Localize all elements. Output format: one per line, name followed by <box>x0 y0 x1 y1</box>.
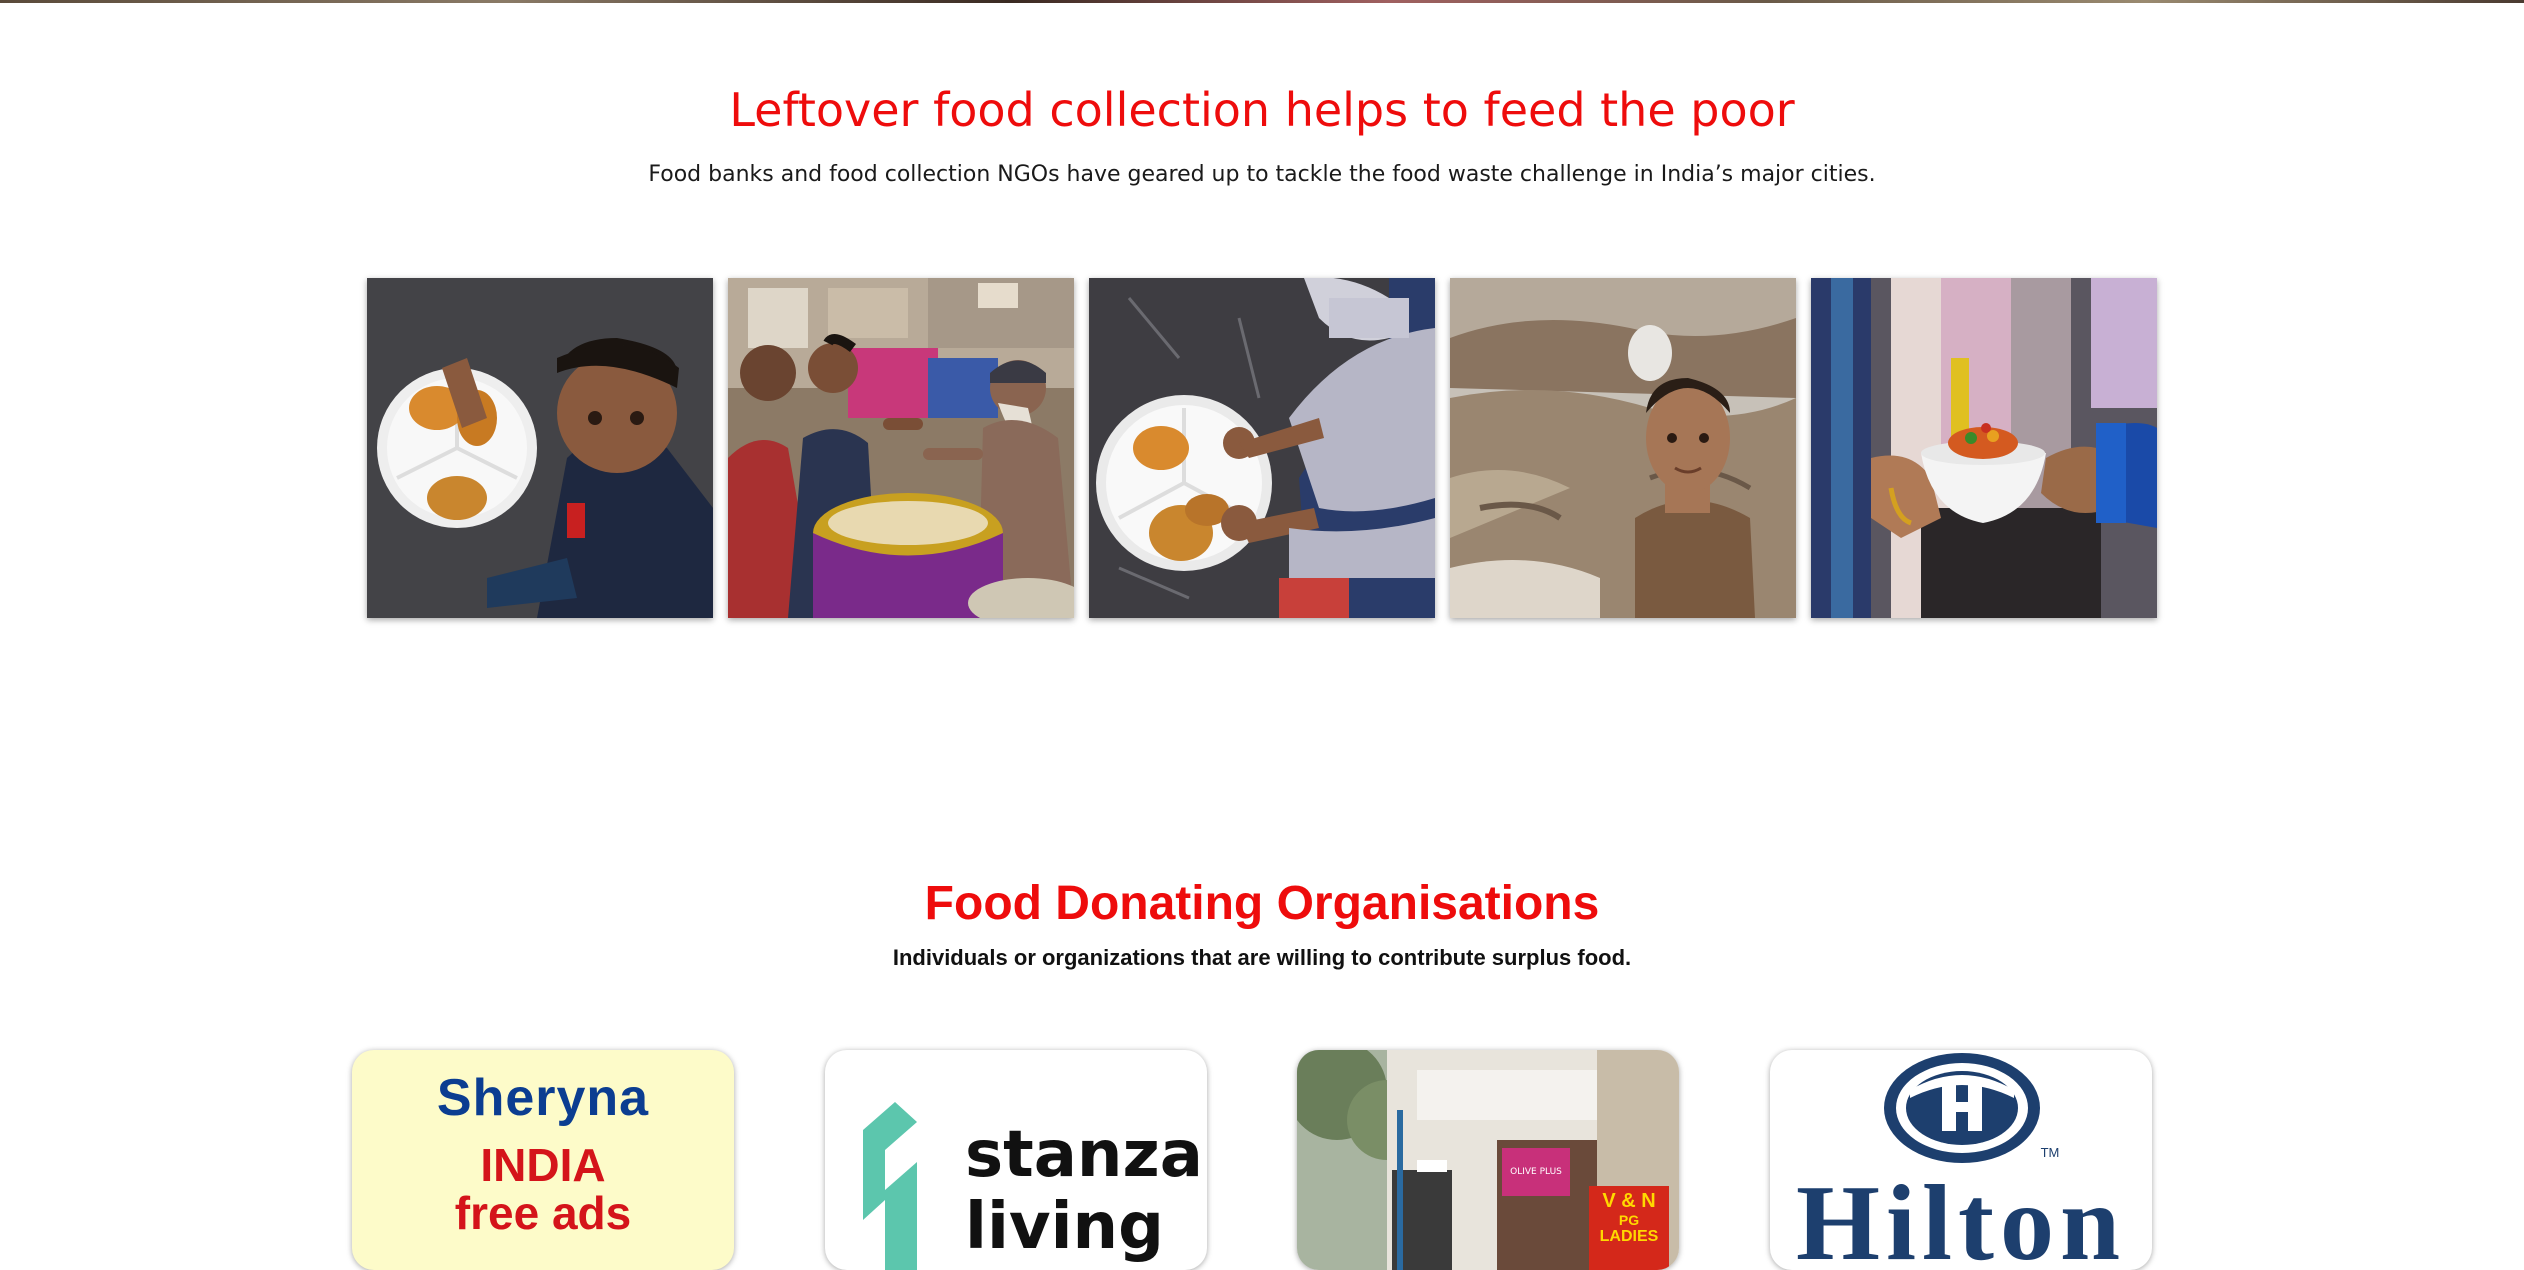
org-card-hilton[interactable]: TM Hilton <box>1770 1050 2152 1270</box>
child-with-plate-photo[interactable] <box>367 278 713 618</box>
ladies-sign-line: LADIES <box>1599 1228 1659 1245</box>
stanza-logo-line2: living <box>965 1190 1164 1264</box>
stanza-logo-line1: stanza <box>965 1118 1203 1192</box>
donors-section-title: Food Donating Organisations <box>924 877 1600 930</box>
leftover-section-title: Leftover food collection helps to feed t… <box>729 83 1795 137</box>
hands-passing-bowl-photo[interactable] <box>1811 278 2157 618</box>
org-card-pg-building[interactable]: OLIVE PLUS V & N PG LADIES <box>1297 1050 1679 1270</box>
olive-plus-sign: OLIVE PLUS <box>1502 1148 1570 1196</box>
boy-on-dirt-photo[interactable] <box>1450 278 1796 618</box>
hilton-tm-mark: TM <box>2040 1145 2060 1160</box>
leftover-section-subtitle: Food banks and food collection NGOs have… <box>648 162 1876 187</box>
pg-sign-line: PG <box>1618 1212 1640 1228</box>
hilton-wordmark: Hilton <box>1795 1164 2127 1270</box>
sheryna-logo-line2: INDIA <box>480 1139 606 1191</box>
men-sharing-food-photo[interactable] <box>728 278 1074 618</box>
vn-sign-line: V & N <box>1602 1190 1656 1212</box>
top-banner-edge <box>0 0 2524 3</box>
photo-gallery <box>367 278 2157 624</box>
sheryna-logo-line1: Sheryna <box>436 1069 650 1127</box>
org-card-sheryna[interactable]: Sheryna INDIA free ads <box>352 1050 734 1270</box>
child-eating-flatbread-photo[interactable] <box>1089 278 1435 618</box>
org-card-stanza-living[interactable]: stanza living <box>825 1050 1207 1270</box>
vn-pg-ladies-sign: V & N PG LADIES <box>1589 1186 1669 1270</box>
donors-section-subtitle: Individuals or organizations that are wi… <box>892 945 1632 970</box>
sheryna-logo-line3: free ads <box>454 1187 632 1239</box>
